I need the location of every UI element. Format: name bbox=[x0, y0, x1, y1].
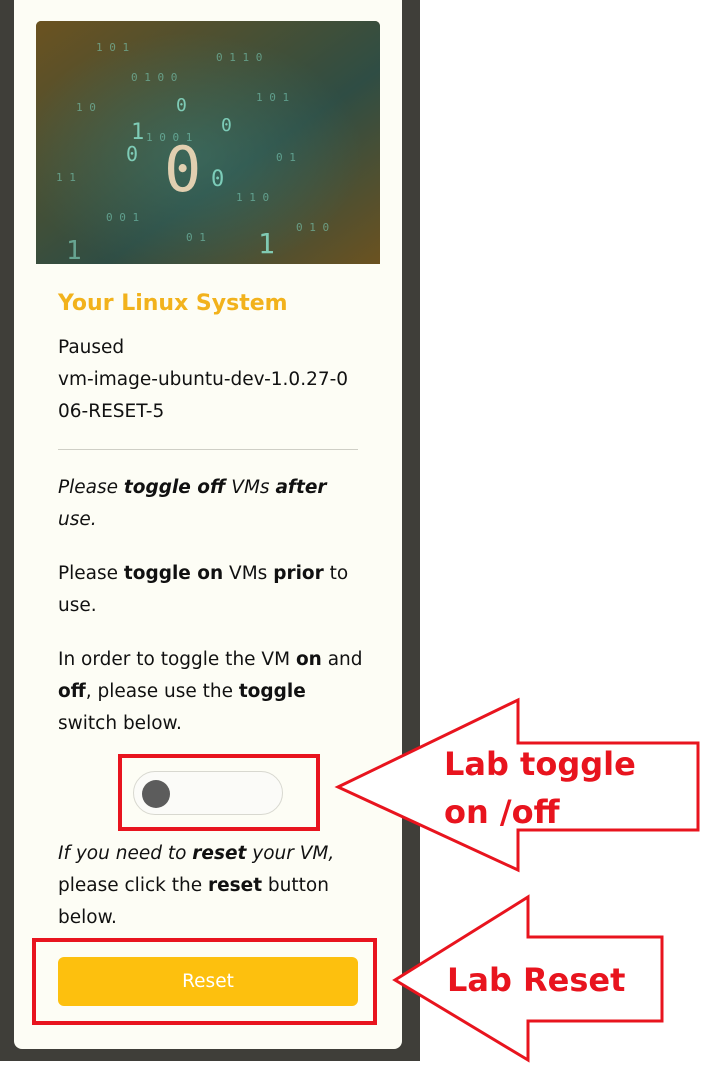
svg-text:1 0 1: 1 0 1 bbox=[256, 91, 289, 104]
instruction-toggle-on: Please toggle on VMs prior to use. bbox=[58, 563, 349, 616]
instruction-reset: If you need to reset your VM, please cli… bbox=[58, 843, 335, 928]
card-title: Your Linux System bbox=[58, 291, 288, 316]
svg-text:0 1: 0 1 bbox=[186, 231, 206, 244]
svg-text:0 1 0 0: 0 1 0 0 bbox=[131, 71, 177, 84]
vm-image-name: vm-image-ubuntu-dev-1.0.27-006-RESET-5 bbox=[58, 369, 349, 422]
toggle-annotation-label: Lab toggle on /off bbox=[444, 745, 636, 831]
reset-highlight-box bbox=[32, 938, 377, 1025]
svg-text:0 0 1: 0 0 1 bbox=[106, 211, 139, 224]
card-content-lower: If you need to reset your VM, please cli… bbox=[58, 838, 364, 934]
card-content: Your Linux System Paused vm-image-ubuntu… bbox=[58, 280, 364, 762]
svg-text:0 1 1 0: 0 1 1 0 bbox=[216, 51, 262, 64]
vm-card: 1 0 10 1 0 0 1 00 1 1 0 1 0 10 0 1 1 1 0… bbox=[14, 0, 402, 1049]
svg-text:1 1: 1 1 bbox=[56, 171, 76, 184]
svg-text:1 0: 1 0 bbox=[76, 101, 96, 114]
svg-text:1: 1 bbox=[258, 227, 275, 260]
svg-text:0 1 0: 0 1 0 bbox=[296, 221, 329, 234]
divider bbox=[58, 449, 358, 450]
toggle-highlight-box bbox=[118, 754, 320, 831]
svg-text:0 1: 0 1 bbox=[276, 151, 296, 164]
hero-image-binary-code: 1 0 10 1 0 0 1 00 1 1 0 1 0 10 0 1 1 1 0… bbox=[36, 21, 380, 264]
instruction-toggle-off: Please toggle off VMs after use. bbox=[58, 477, 327, 530]
instruction-toggle-usage: In order to toggle the VM on and off, pl… bbox=[58, 649, 363, 734]
svg-text:0: 0 bbox=[211, 167, 224, 192]
svg-text:1: 1 bbox=[66, 236, 82, 264]
reset-annotation-label: Lab Reset bbox=[447, 961, 626, 999]
svg-text:0: 0 bbox=[176, 95, 187, 116]
svg-text:1 0 1: 1 0 1 bbox=[96, 41, 129, 54]
svg-text:0: 0 bbox=[221, 115, 232, 136]
svg-text:0: 0 bbox=[164, 133, 201, 206]
svg-text:1 1 0: 1 1 0 bbox=[236, 191, 269, 204]
vm-status: Paused bbox=[58, 337, 125, 358]
svg-text:0: 0 bbox=[126, 142, 138, 166]
